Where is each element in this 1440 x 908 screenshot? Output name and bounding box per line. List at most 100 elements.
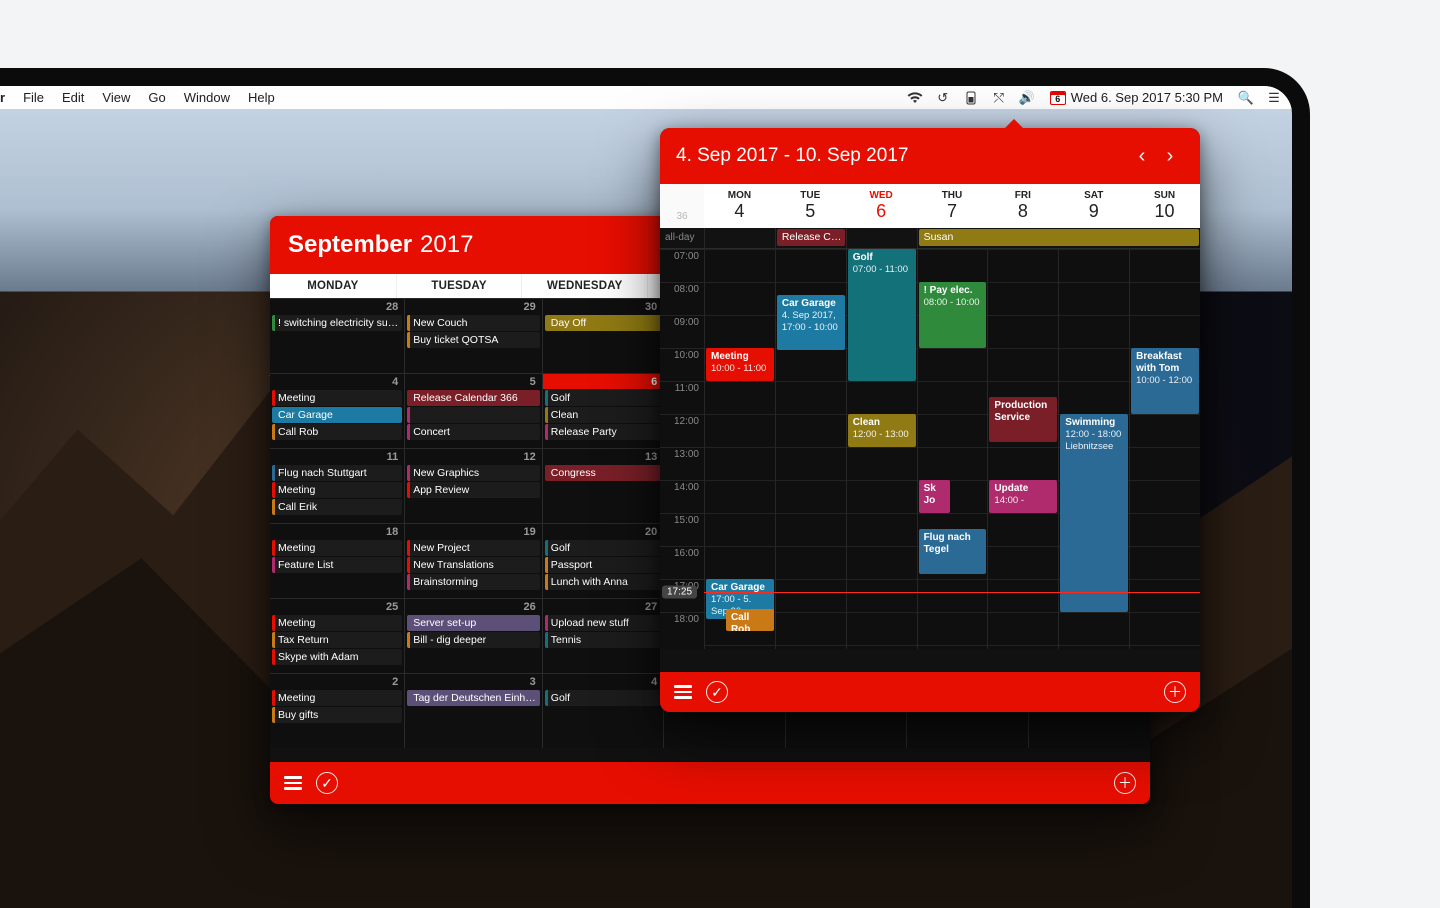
day-cell[interactable]: 2MeetingBuy gifts: [270, 673, 405, 748]
month-event[interactable]: Feature List: [272, 557, 402, 573]
weekday-date[interactable]: 8: [987, 201, 1058, 228]
month-event[interactable]: Golf: [545, 390, 661, 406]
menu-view[interactable]: View: [102, 90, 130, 105]
week-day-column[interactable]: Breakfast with Tom10:00 - 12:00: [1129, 249, 1200, 649]
list-view-icon[interactable]: [284, 776, 302, 790]
wifi-icon[interactable]: [907, 90, 923, 106]
weekday-date[interactable]: 7: [917, 201, 988, 228]
month-event[interactable]: Buy ticket QOTSA: [407, 332, 540, 348]
spotlight-icon[interactable]: 🔍: [1238, 90, 1254, 106]
month-event[interactable]: Tennis: [545, 632, 661, 648]
month-event[interactable]: Meeting: [272, 615, 402, 631]
week-day-column[interactable]: Car Garage4. Sep 2017, 17:00 - 10:00: [775, 249, 846, 649]
month-event[interactable]: Meeting: [272, 390, 402, 406]
month-event[interactable]: Tax Return: [272, 632, 402, 648]
month-event[interactable]: Golf: [545, 540, 661, 556]
day-cell[interactable]: 29New CouchBuy ticket QOTSA: [405, 298, 543, 373]
list-view-icon[interactable]: [674, 685, 692, 699]
day-cell[interactable]: 27Upload new stuffTennis: [543, 598, 664, 673]
week-day-column[interactable]: Golf07:00 - 11:00 Clean12:00 - 13:00: [846, 249, 917, 649]
month-event[interactable]: New Couch: [407, 315, 540, 331]
weekday-date[interactable]: 6: [846, 201, 917, 228]
battery-icon[interactable]: [963, 90, 979, 106]
day-cell[interactable]: 3Tag der Deutschen Einh…: [405, 673, 543, 748]
month-event[interactable]: New Graphics: [407, 465, 540, 481]
week-day-column[interactable]: Swimming12:00 - 18:00 Liebnitzsee: [1058, 249, 1129, 649]
all-day-slot[interactable]: Susan: [917, 228, 1200, 248]
weekday-date[interactable]: 9: [1058, 201, 1129, 228]
weekday-date[interactable]: 4: [704, 201, 775, 228]
month-event[interactable]: Congress: [545, 465, 661, 481]
day-cell[interactable]: 4Golf: [543, 673, 664, 748]
month-event[interactable]: Skype with Adam: [272, 649, 402, 665]
month-event[interactable]: Meeting: [272, 482, 402, 498]
week-event[interactable]: ! Pay elec.08:00 - 10:00: [919, 282, 987, 348]
menu-go[interactable]: Go: [148, 90, 165, 105]
month-event[interactable]: Golf: [545, 690, 661, 706]
month-event[interactable]: Release Calendar 366: [407, 390, 540, 406]
week-event[interactable]: Breakfast with Tom10:00 - 12:00: [1131, 348, 1199, 414]
month-event[interactable]: App Review: [407, 482, 540, 498]
audio-routing-icon[interactable]: ⤲: [991, 90, 1007, 106]
day-cell[interactable]: 28! switching electricity su…: [270, 298, 405, 373]
month-event[interactable]: Upload new stuff: [545, 615, 661, 631]
week-event[interactable]: Golf07:00 - 11:00: [848, 249, 916, 381]
reminders-icon[interactable]: ✓: [316, 772, 338, 794]
week-event[interactable]: Swimming12:00 - 18:00 Liebnitzsee: [1060, 414, 1128, 612]
month-event[interactable]: Meeting: [272, 690, 402, 706]
month-event[interactable]: Lunch with Anna: [545, 574, 661, 590]
timemachine-icon[interactable]: ↺: [935, 90, 951, 106]
month-event[interactable]: Call Rob: [272, 424, 402, 440]
day-cell[interactable]: 30Day Off: [543, 298, 664, 373]
weekday-date[interactable]: 5: [775, 201, 846, 228]
day-cell[interactable]: 12New GraphicsApp Review: [405, 448, 543, 523]
day-cell[interactable]: 11Flug nach StuttgartMeetingCall Erik: [270, 448, 405, 523]
month-event[interactable]: Call Erik: [272, 499, 402, 515]
all-day-slot[interactable]: [704, 228, 775, 248]
all-day-event[interactable]: Release C…: [777, 229, 845, 246]
day-cell[interactable]: 13Congress: [543, 448, 664, 523]
all-day-event[interactable]: Susan: [919, 229, 1199, 246]
menu-file[interactable]: File: [23, 90, 44, 105]
menubar-calendar-widget[interactable]: 6 Wed 6. Sep 2017 5:30 PM: [1047, 89, 1226, 106]
weekday-date[interactable]: 10: [1129, 201, 1200, 228]
prev-week-button[interactable]: ‹: [1128, 145, 1156, 168]
week-day-column[interactable]: ! Pay elec.08:00 - 10:00 Flug nach Tegel S…: [917, 249, 988, 649]
month-event[interactable]: Concert: [407, 424, 540, 440]
month-event[interactable]: Passport: [545, 557, 661, 573]
month-event[interactable]: Bill - dig deeper: [407, 632, 540, 648]
day-cell[interactable]: 19New ProjectNew TranslationsBrainstormi…: [405, 523, 543, 598]
week-day-column[interactable]: Meeting10:00 - 11:00Car Garage17:00 - 5.…: [704, 249, 775, 649]
month-event[interactable]: Server set-up: [407, 615, 540, 631]
day-cell[interactable]: 20GolfPassportLunch with Anna: [543, 523, 664, 598]
reminders-icon[interactable]: ✓: [706, 681, 728, 703]
month-event[interactable]: Clean: [545, 407, 661, 423]
month-event[interactable]: ! switching electricity su…: [272, 315, 402, 331]
week-event[interactable]: Clean12:00 - 13:00: [848, 414, 916, 447]
add-event-button[interactable]: ＋: [1114, 772, 1136, 794]
month-event[interactable]: New Translations: [407, 557, 540, 573]
day-cell[interactable]: 4MeetingCar GarageCall Rob: [270, 373, 405, 448]
week-day-column[interactable]: Production Service Update14:00 -: [987, 249, 1058, 649]
month-event[interactable]: [407, 407, 540, 423]
month-event[interactable]: Flug nach Stuttgart: [272, 465, 402, 481]
month-event[interactable]: Day Off: [545, 315, 661, 331]
week-event[interactable]: Sk Jo: [919, 480, 950, 513]
month-event[interactable]: Car Garage: [272, 407, 402, 423]
next-week-button[interactable]: ›: [1156, 145, 1184, 168]
week-event[interactable]: Update14:00 -: [989, 480, 1057, 513]
month-event[interactable]: Brainstorming: [407, 574, 540, 590]
all-day-slot[interactable]: [846, 228, 917, 248]
week-event[interactable]: Flug nach Tegel: [919, 529, 987, 574]
week-event[interactable]: Production Service: [989, 397, 1057, 442]
day-cell[interactable]: 18MeetingFeature List: [270, 523, 405, 598]
month-event[interactable]: Release Party: [545, 424, 661, 440]
day-cell[interactable]: 25MeetingTax ReturnSkype with Adam: [270, 598, 405, 673]
day-cell[interactable]: 26Server set-upBill - dig deeper: [405, 598, 543, 673]
week-event[interactable]: Meeting10:00 - 11:00: [706, 348, 774, 381]
day-cell[interactable]: 5Release Calendar 366 Concert: [405, 373, 543, 448]
all-day-slot[interactable]: Release C…: [775, 228, 846, 248]
month-event[interactable]: New Project: [407, 540, 540, 556]
menu-window[interactable]: Window: [184, 90, 230, 105]
month-event[interactable]: Tag der Deutschen Einh…: [407, 690, 540, 706]
